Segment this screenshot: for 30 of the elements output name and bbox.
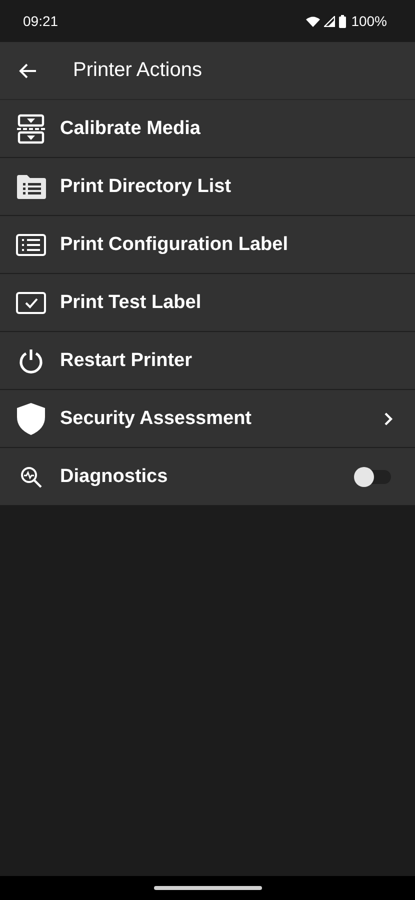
chevron-right-icon	[384, 412, 393, 426]
menu-item-label: Calibrate Media	[60, 118, 202, 140]
menu-item[interactable]: Print Test Label	[0, 274, 415, 332]
checkbox-icon	[16, 292, 46, 314]
page-title: Printer Actions	[73, 59, 202, 82]
signal-icon	[324, 16, 336, 26]
power-icon	[18, 348, 44, 374]
menu-item-label: Print Test Label	[60, 292, 202, 314]
menu-item-label: Print Directory List	[60, 176, 232, 198]
calibrate-icon	[16, 114, 46, 144]
shield-icon	[17, 402, 45, 434]
menu-item[interactable]: Restart Printer	[0, 332, 415, 390]
menu-item-label: Diagnostics	[60, 466, 169, 488]
folder-list-icon	[16, 174, 46, 198]
menu-item[interactable]: Security Assessment	[0, 390, 415, 448]
list-icon	[16, 234, 46, 256]
menu-item[interactable]: Print Configuration Label	[0, 216, 415, 274]
magnifier-pulse-icon	[20, 466, 42, 488]
wifi-icon	[306, 16, 320, 26]
menu-item[interactable]: Calibrate Media	[0, 100, 415, 158]
menu-item[interactable]: Diagnostics	[0, 448, 415, 506]
menu-item-label: Restart Printer	[60, 350, 193, 372]
menu-item[interactable]: Print Directory List	[0, 158, 415, 216]
battery-icon	[339, 14, 346, 28]
toggle-switch[interactable]	[357, 470, 391, 484]
battery-level: 100%	[351, 13, 387, 29]
status-time: 09:21	[23, 13, 58, 29]
menu-item-label: Security Assessment	[60, 408, 253, 430]
menu-item-label: Print Configuration Label	[60, 234, 289, 256]
back-icon[interactable]	[19, 62, 37, 78]
